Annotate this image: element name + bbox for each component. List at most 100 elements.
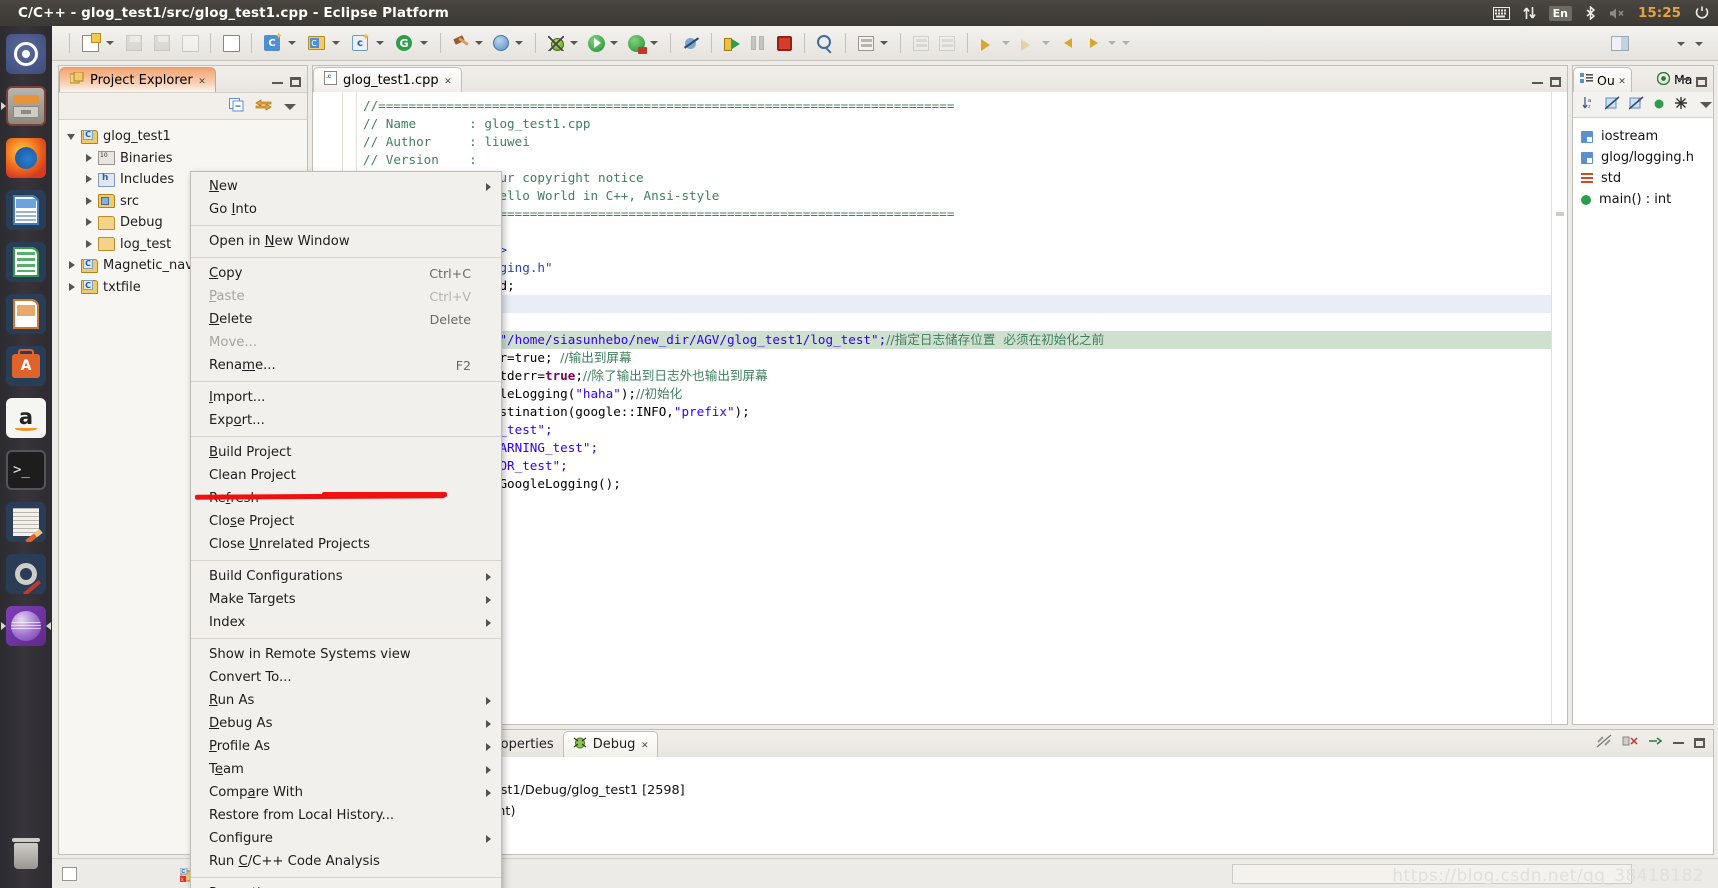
new-class-button[interactable]: c ✦ (347, 30, 373, 56)
launcher-item-settings[interactable] (0, 548, 52, 600)
code-line[interactable]: LOG(INFO)<<"INFO_test"; (357, 421, 1551, 439)
terminate-button[interactable] (771, 30, 797, 56)
debug-stack-row[interactable]: + Application] (313, 760, 1713, 781)
code-line[interactable]: LOG(WARNING)<<"WARNING_test"; (357, 439, 1551, 457)
external-tools-button[interactable] (623, 30, 649, 56)
close-icon[interactable]: ✕ (199, 74, 206, 87)
menu-item-import[interactable]: Import... (191, 386, 501, 409)
code-line[interactable]: //======================================… (357, 97, 1551, 115)
launcher-item-firefox[interactable] (0, 132, 52, 184)
menu-item-open-in-new-window[interactable]: Open in New Window (191, 230, 501, 253)
code-line[interactable]: //======================================… (357, 205, 1551, 223)
input-language-indicator[interactable]: En (1548, 5, 1573, 21)
outline-item[interactable]: glog/logging.h (1581, 147, 1713, 168)
code-line[interactable]: // Copyright : Your copyright notice (357, 169, 1551, 187)
code-line[interactable]: // Author : liuwei (357, 133, 1551, 151)
search-button[interactable] (812, 30, 838, 56)
last-edit-caret-icon[interactable] (1002, 41, 1010, 45)
build-caret-icon[interactable] (475, 41, 483, 45)
code-line[interactable]: LOG(ERROR)<<"ERROR_test"; (357, 457, 1551, 475)
code-line[interactable]: using namespace std; (357, 277, 1551, 295)
menu-item-export[interactable]: Export... (191, 409, 501, 432)
code-line[interactable]: #include <iostream> (357, 241, 1551, 259)
code-line[interactable]: google::SetLogDestination(google::INFO,"… (357, 403, 1551, 421)
menu-item-rename[interactable]: Rename... F2 (191, 354, 501, 377)
toolbar-overflow-caret-icon[interactable] (1695, 41, 1703, 46)
back-button[interactable] (1055, 30, 1081, 56)
disconnect-icon[interactable] (1596, 733, 1612, 752)
minimize-icon[interactable] (1673, 741, 1684, 744)
link-with-editor-icon[interactable] (255, 97, 272, 116)
chevron-right-icon[interactable] (84, 196, 93, 206)
chevron-right-icon[interactable] (67, 261, 76, 270)
bluetooth-icon[interactable] (1585, 6, 1596, 20)
launcher-item-writer[interactable] (0, 184, 52, 236)
editor-toggle-a-button[interactable] (908, 30, 934, 56)
menu-item-new[interactable]: New (191, 175, 501, 198)
hide-fields-icon[interactable] (1604, 95, 1620, 114)
outline-item[interactable]: std (1581, 168, 1713, 189)
launcher-item-ubuntu-dash[interactable] (0, 28, 52, 80)
code-line[interactable] (357, 223, 1551, 241)
debug-stack-row[interactable]: og_test1.cpp:14 0x4045f6 (313, 822, 1713, 843)
maximize-icon[interactable] (1696, 77, 1707, 87)
save-button[interactable] (121, 30, 147, 56)
hide-nonpublic-icon[interactable] (1653, 95, 1665, 114)
maximize-icon[interactable] (1550, 77, 1561, 87)
chevron-right-icon[interactable] (84, 153, 93, 163)
view-menu-icon[interactable] (283, 97, 297, 116)
minimize-icon[interactable] (272, 81, 283, 84)
editor-code-area[interactable]: //======================================… (357, 92, 1551, 724)
volume-muted-icon[interactable] (1609, 7, 1625, 20)
menu-item-compare-with[interactable]: Compare With (191, 781, 501, 804)
launcher-item-trash[interactable] (0, 830, 52, 882)
new-source-folder-caret-icon[interactable] (332, 41, 340, 45)
code-line[interactable]: FLAGS_log_dir = "/home/siasunhebo/new_di… (357, 331, 1551, 349)
tab-outline[interactable]: Ou ✕ (1573, 67, 1633, 92)
menu-item-configure[interactable]: Configure (191, 827, 501, 850)
collapse-all-icon[interactable] (229, 97, 244, 116)
open-url-button[interactable] (488, 30, 514, 56)
suspend-button[interactable] (745, 30, 771, 56)
maximize-icon[interactable] (1694, 737, 1705, 748)
code-line[interactable]: #include "glog/logging.h" (357, 259, 1551, 277)
tab-debug[interactable]: Debug ✕ (562, 731, 659, 757)
perspective-caret-icon[interactable] (1677, 41, 1685, 46)
launcher-item-amazon[interactable]: a (0, 392, 52, 444)
outline-item[interactable]: iostream (1581, 126, 1713, 147)
open-perspective-button[interactable] (1607, 31, 1633, 57)
code-line[interactable]: // Version : (357, 151, 1551, 169)
menu-item-close-unrelated-projects[interactable]: Close Unrelated Projects (191, 533, 501, 556)
step-return-button[interactable] (719, 30, 745, 56)
new-gtk-button[interactable]: G (391, 30, 417, 56)
filter-icon[interactable] (1674, 95, 1688, 114)
editor-toggle-b-button[interactable] (934, 30, 960, 56)
menu-item-profile-as[interactable]: Profile As (191, 735, 501, 758)
run-caret-icon[interactable] (610, 41, 618, 45)
outline-item[interactable]: main() : int (1581, 189, 1713, 210)
skip-breakpoints-button[interactable] (678, 30, 704, 56)
menu-item-properties[interactable]: PropertiesAlt+Enter (191, 882, 501, 888)
launcher-item-impress[interactable] (0, 288, 52, 340)
launcher-item-calc[interactable] (0, 236, 52, 288)
tab-project-explorer[interactable]: Project Explorer ✕ (59, 67, 217, 92)
new-gtk-caret-icon[interactable] (420, 41, 428, 45)
close-icon[interactable]: ✕ (445, 74, 452, 87)
hide-static-icon[interactable]: s (1628, 95, 1644, 114)
chevron-right-icon[interactable] (84, 175, 93, 184)
print-button[interactable] (177, 30, 203, 56)
code-line[interactable]: // Name : glog_test1.cpp (357, 115, 1551, 133)
keyboard-icon[interactable] (1492, 6, 1510, 20)
build-all-button[interactable] (218, 30, 244, 56)
code-line[interactable]: google::ShutdownGoogleLogging(); (357, 475, 1551, 493)
remove-all-terminated-icon[interactable] (1622, 733, 1638, 752)
chevron-right-icon[interactable] (84, 218, 93, 227)
code-line[interactable]: FLAGS_logtostderr=true; //输出到屏幕 (357, 349, 1551, 367)
maximize-icon[interactable] (290, 77, 301, 87)
launcher-item-files[interactable] (0, 80, 52, 132)
menu-item-run-as[interactable]: Run As (191, 689, 501, 712)
debug-caret-icon[interactable] (570, 41, 578, 45)
menu-item-convert-to[interactable]: Convert To... (191, 666, 501, 689)
view-menu-icon[interactable] (1699, 95, 1713, 114)
menu-item-build-project[interactable]: Build Project (191, 441, 501, 464)
